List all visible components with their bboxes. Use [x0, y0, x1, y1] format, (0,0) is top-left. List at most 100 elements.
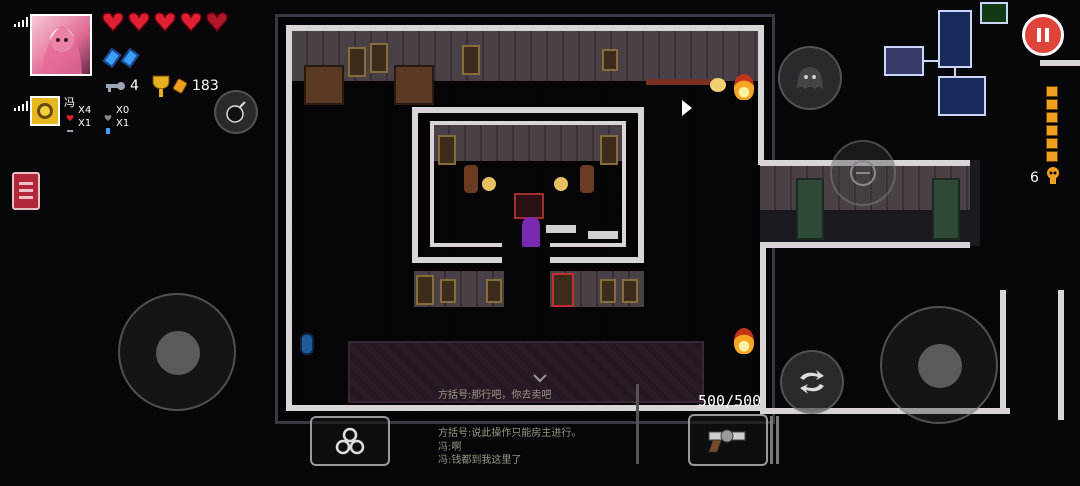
shop-wall-right	[638, 107, 644, 261]
key-count: 4	[130, 78, 139, 94]
shelf-item	[552, 273, 574, 307]
revolver-icon	[708, 429, 746, 453]
swap-weapon-button[interactable]	[780, 350, 844, 414]
chat-line: 冯:钱都到我这里了	[438, 455, 522, 466]
player2-hearts: X4	[78, 105, 92, 116]
chat-divider	[636, 384, 639, 464]
shop-item-display	[600, 135, 618, 165]
shell-count: 183	[192, 78, 219, 94]
wall-fragment	[1058, 290, 1064, 420]
torch-flame	[734, 74, 754, 100]
shop-wall-left	[412, 107, 418, 261]
chevron-down-icon[interactable]	[532, 368, 548, 383]
shelf-item	[600, 279, 616, 303]
blank-icon	[102, 48, 122, 68]
gold-shell	[710, 78, 726, 92]
heart-full-icon	[154, 12, 176, 33]
minimap-current-room	[884, 46, 924, 76]
shop-counter	[514, 193, 544, 219]
shelf-item	[416, 275, 434, 305]
chat-line: 方括号:说此操作只能房主进行。	[438, 428, 582, 439]
game-screen: 4 183 冯 X4 X0 X1 X1 500/500 方括号:那行吧，你去卖吧…	[0, 0, 1080, 486]
dodge-roll-icon	[850, 160, 876, 186]
minimap-room	[938, 10, 972, 68]
chat-line: 方括号:那行吧，你去卖吧	[438, 390, 552, 401]
wall-bottom-edge	[286, 405, 764, 411]
corridor-wall-right	[1000, 290, 1006, 410]
move-joystick[interactable]	[118, 293, 236, 411]
aim-joystick[interactable]	[880, 306, 998, 424]
crate	[394, 65, 434, 105]
weapon-switch-edge	[770, 416, 773, 464]
ammo-round	[1046, 125, 1058, 136]
dodge-button[interactable]	[830, 140, 896, 206]
minimap-room	[938, 76, 986, 116]
signal-bars-icon	[14, 96, 28, 111]
shelf	[646, 79, 718, 85]
heart-small-icon	[66, 107, 74, 121]
ammo-round	[1046, 99, 1058, 110]
player-character	[522, 217, 540, 247]
pause-icon	[1037, 28, 1049, 42]
blank-small-icon	[104, 120, 112, 134]
heart-full-icon	[128, 12, 150, 33]
trophy-key-icon	[150, 74, 172, 100]
item-display	[348, 47, 366, 77]
heart-partial-icon	[206, 12, 228, 33]
inventory-icon	[335, 427, 365, 455]
pause-button[interactable]	[1022, 14, 1064, 56]
wall-left-edge	[286, 25, 292, 410]
ghost-icon	[797, 67, 823, 89]
water-jar	[300, 333, 314, 355]
shop-wall-bottom-right	[550, 257, 644, 263]
pillar	[932, 178, 960, 240]
shelf-item	[440, 279, 456, 303]
pillar	[796, 178, 824, 240]
player2-blanks: X1	[116, 118, 130, 129]
ammo-round	[1046, 151, 1058, 162]
dungeon-room	[275, 14, 775, 424]
shelf-item	[486, 279, 502, 303]
bomb-button[interactable]	[214, 90, 258, 134]
shell-currency-icon	[172, 78, 188, 94]
active-item-card[interactable]	[12, 172, 40, 210]
minimap-link	[924, 60, 938, 62]
interact-button[interactable]	[778, 46, 842, 110]
player2-avatar[interactable]	[30, 96, 60, 126]
shop-wall-top	[412, 107, 644, 113]
shopkeeper-item	[554, 177, 568, 191]
shop-wall-bottom-left	[412, 257, 502, 263]
ammo-round	[1046, 112, 1058, 123]
bomb-icon	[226, 101, 246, 123]
aim-joystick-knob[interactable]	[918, 344, 962, 388]
wall-fragment	[1040, 60, 1080, 66]
corridor-bottom-edge	[760, 242, 970, 248]
item-display	[462, 45, 480, 75]
ammo-clip-count: 6	[1030, 170, 1039, 186]
ammo-round	[1046, 86, 1058, 97]
weapon-button[interactable]	[688, 414, 768, 466]
key-small-icon	[66, 120, 74, 132]
crate	[304, 65, 344, 105]
player2-keys: X1	[78, 118, 92, 129]
shop-inner-bottom-left	[430, 243, 502, 247]
floor-gun	[588, 231, 618, 239]
corridor-wall-left	[760, 248, 766, 414]
shop-item-display	[438, 135, 456, 165]
shelf-item	[622, 279, 638, 303]
pointer-arrow-icon	[682, 100, 692, 116]
wall-right-edge	[758, 25, 764, 165]
heart-full-icon	[180, 12, 202, 33]
move-joystick-knob[interactable]	[156, 331, 200, 375]
signal-bars-icon	[14, 12, 28, 27]
key-icon	[104, 78, 126, 94]
shop-inner-bottom-right	[550, 243, 626, 247]
item-display	[602, 49, 618, 71]
ammo-round	[1046, 138, 1058, 149]
player1-avatar[interactable]	[30, 14, 92, 76]
blank-icon	[120, 48, 140, 68]
minimap-room	[980, 2, 1008, 24]
weapon-ammo: 500/500	[698, 392, 762, 410]
inventory-button[interactable]	[310, 416, 390, 466]
weapon-switch-edge	[776, 416, 779, 464]
